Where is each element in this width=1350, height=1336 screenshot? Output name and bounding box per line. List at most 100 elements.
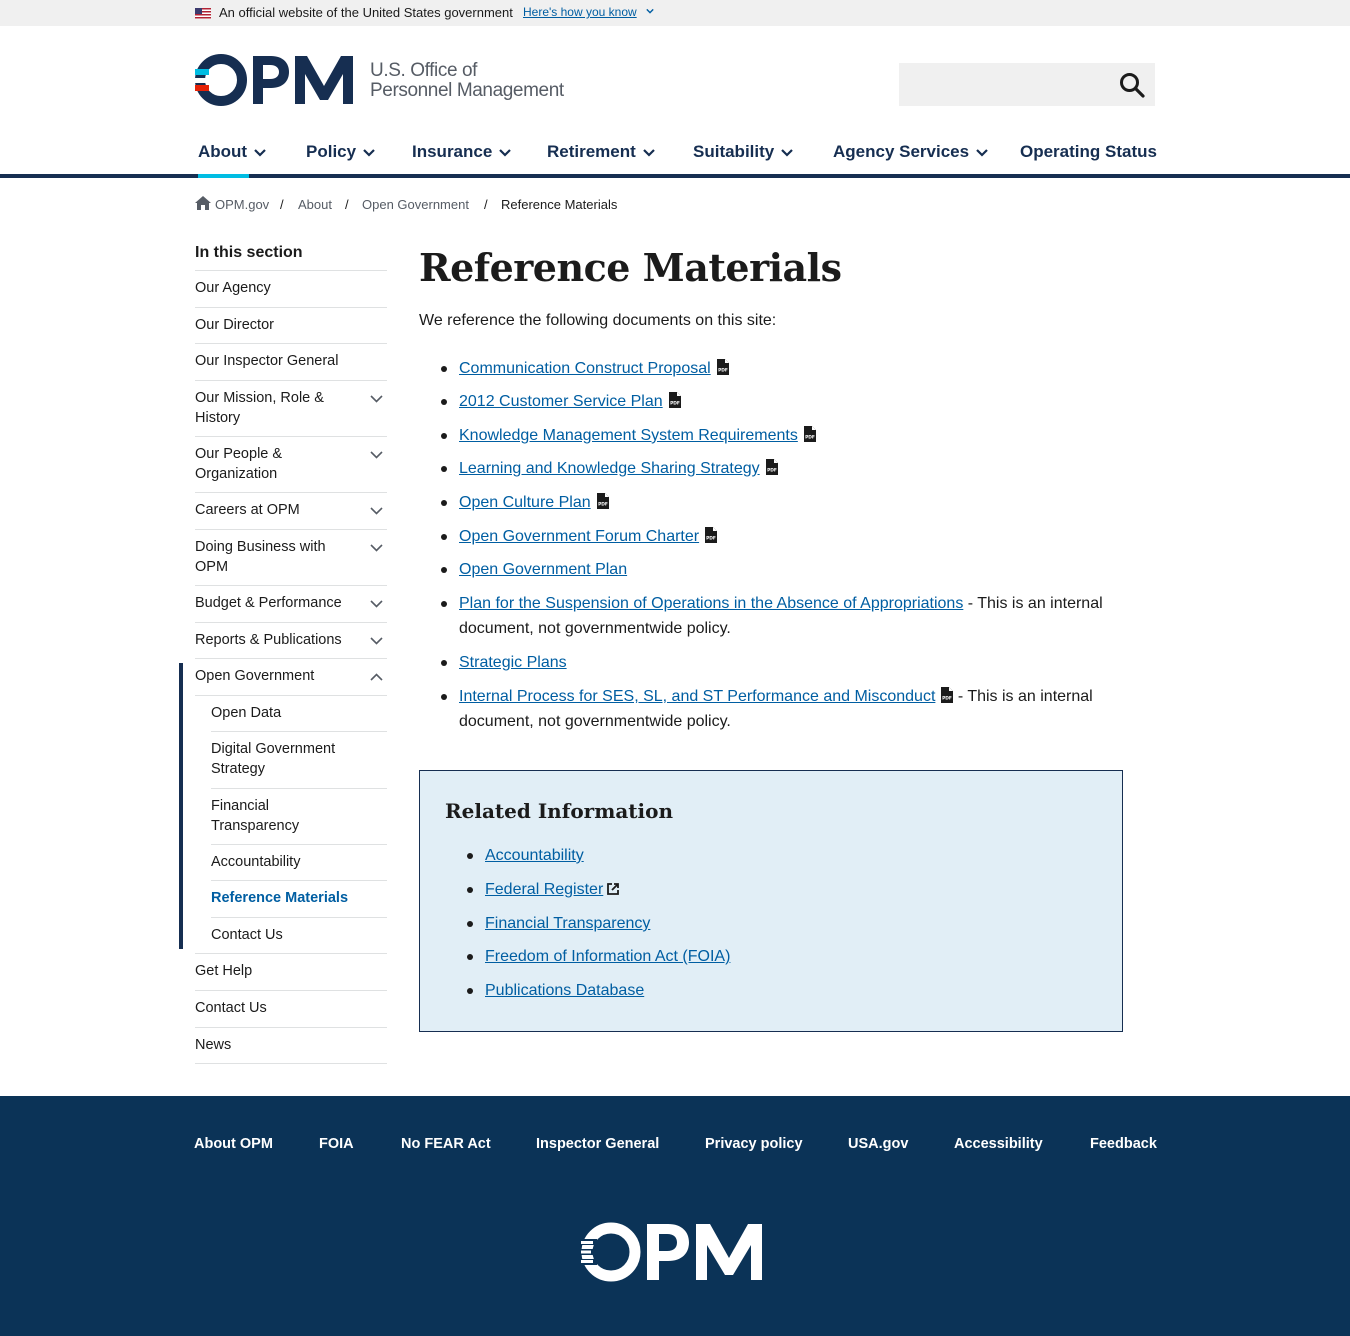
sidebar-item-our-agency[interactable]: Our Agency xyxy=(195,278,355,298)
intro-text: We reference the following documents on … xyxy=(419,312,777,329)
footer-link-usa-gov[interactable]: USA.gov xyxy=(848,1136,908,1152)
pdf-icon: PDF xyxy=(705,527,718,543)
sidebar-item-get-help[interactable]: Get Help xyxy=(195,961,355,981)
sidebar-divider xyxy=(195,380,387,381)
sidebar-item-our-director[interactable]: Our Director xyxy=(195,315,355,335)
doc-link[interactable]: Communication Construct Proposal xyxy=(459,360,711,377)
sidebar-item-contact-us[interactable]: Contact Us xyxy=(195,998,355,1018)
nav-retirement[interactable]: Retirement xyxy=(547,142,655,162)
sidebar-item-our-people[interactable]: Our People & Organization xyxy=(195,444,355,484)
search-icon[interactable] xyxy=(1119,72,1145,98)
doc-link[interactable]: Internal Process for SES, SL, and ST Per… xyxy=(459,688,935,705)
sidebar-item-open-government[interactable]: Open Government xyxy=(195,666,355,686)
breadcrumb-open-government[interactable]: Open Government xyxy=(362,197,469,212)
sidebar-item-budget[interactable]: Budget & Performance xyxy=(195,593,355,613)
related-link-publications-database[interactable]: Publications Database xyxy=(485,980,644,1002)
sidebar-subitem-reference-materials[interactable]: Reference Materials xyxy=(211,888,351,908)
nav-insurance[interactable]: Insurance xyxy=(412,142,512,162)
us-flag-icon xyxy=(195,8,211,19)
breadcrumb-current: Reference Materials xyxy=(501,197,618,212)
related-link-accountability[interactable]: Accountability xyxy=(485,845,584,867)
nav-about[interactable]: About xyxy=(198,142,266,162)
related-information-box: Related Information Accountability Feder… xyxy=(419,770,1123,1032)
chevron-down-icon xyxy=(781,148,794,157)
chevron-down-icon[interactable] xyxy=(370,600,383,608)
breadcrumb-separator: / xyxy=(345,197,349,212)
sidebar-divider xyxy=(211,731,387,732)
doc-link[interactable]: 2012 Customer Service Plan xyxy=(459,393,663,410)
pdf-icon: PDF xyxy=(941,687,954,703)
footer-link-accessibility[interactable]: Accessibility xyxy=(954,1136,1043,1152)
sidebar-divider xyxy=(195,529,387,530)
chevron-down-icon xyxy=(643,148,655,157)
chevron-down-icon[interactable] xyxy=(370,451,383,459)
sidebar-divider xyxy=(195,492,387,493)
nav-suitability[interactable]: Suitability xyxy=(693,142,794,162)
opm-logo[interactable] xyxy=(195,54,355,106)
svg-text:PDF: PDF xyxy=(942,696,952,702)
pdf-icon: PDF xyxy=(803,426,816,442)
doc-link[interactable]: Open Government Plan xyxy=(459,561,627,578)
doc-link[interactable]: Learning and Knowledge Sharing Strategy xyxy=(459,460,760,477)
sidebar-divider xyxy=(195,990,387,991)
chevron-down-icon[interactable] xyxy=(370,637,383,645)
sidebar-active-marker xyxy=(179,663,183,949)
pdf-icon: PDF xyxy=(596,493,609,509)
external-link-icon xyxy=(607,883,620,895)
sidebar-divider xyxy=(195,695,387,696)
sidebar-subitem-digital-government[interactable]: Digital Government Strategy xyxy=(211,739,351,779)
svg-text:PDF: PDF xyxy=(718,368,728,374)
sidebar-item-news[interactable]: News xyxy=(195,1035,355,1055)
chevron-up-icon[interactable] xyxy=(370,673,383,681)
nav-agency-services[interactable]: Agency Services xyxy=(833,142,988,162)
footer-link-foia[interactable]: FOIA xyxy=(319,1136,354,1152)
sidebar-subitem-contact-us[interactable]: Contact Us xyxy=(211,925,351,945)
related-link-federal-register[interactable]: Federal Register xyxy=(485,881,603,898)
svg-text:PDF: PDF xyxy=(598,502,608,508)
breadcrumb-separator: / xyxy=(280,197,284,212)
logo-text-line2: Personnel Management xyxy=(370,80,564,101)
footer-link-about-opm[interactable]: About OPM xyxy=(194,1136,273,1152)
sidebar-item-our-inspector-general[interactable]: Our Inspector General xyxy=(195,351,355,371)
footer-link-inspector-general[interactable]: Inspector General xyxy=(536,1136,659,1152)
sidebar-subitem-accountability[interactable]: Accountability xyxy=(211,852,351,872)
doc-link[interactable]: Open Government Forum Charter xyxy=(459,528,699,545)
sidebar-item-doing-business[interactable]: Doing Business with OPM xyxy=(195,537,355,577)
home-icon xyxy=(195,196,211,210)
chevron-down-icon[interactable] xyxy=(370,395,383,403)
chevron-down-icon[interactable] xyxy=(646,7,654,15)
breadcrumb-opm-gov[interactable]: OPM.gov xyxy=(215,197,269,212)
breadcrumb-separator: / xyxy=(484,197,488,212)
related-link-financial-transparency[interactable]: Financial Transparency xyxy=(485,913,650,935)
doc-link[interactable]: Strategic Plans xyxy=(459,654,567,671)
doc-link[interactable]: Knowledge Management System Requirements xyxy=(459,427,798,444)
related-link-foia[interactable]: Freedom of Information Act (FOIA) xyxy=(485,946,730,968)
breadcrumb-about[interactable]: About xyxy=(298,197,332,212)
nav-operating-status[interactable]: Operating Status xyxy=(1020,142,1157,162)
pdf-icon: PDF xyxy=(668,392,681,408)
svg-text:PDF: PDF xyxy=(706,536,716,542)
sidebar-item-our-mission[interactable]: Our Mission, Role & History xyxy=(195,388,355,428)
sidebar-item-reports[interactable]: Reports & Publications xyxy=(195,630,355,650)
sidebar-subitem-financial-transparency[interactable]: Financial Transparency xyxy=(211,796,351,836)
sidebar-divider xyxy=(195,307,387,308)
sidebar-divider xyxy=(195,622,387,623)
sidebar-item-careers[interactable]: Careers at OPM xyxy=(195,500,355,520)
official-text: An official website of the United States… xyxy=(219,5,513,20)
sidebar-subitem-open-data[interactable]: Open Data xyxy=(211,703,351,723)
chevron-down-icon[interactable] xyxy=(370,544,383,552)
page-title: Reference Materials xyxy=(419,245,842,290)
chevron-down-icon[interactable] xyxy=(370,507,383,515)
svg-text:PDF: PDF xyxy=(805,435,815,441)
footer-link-privacy-policy[interactable]: Privacy policy xyxy=(705,1136,803,1152)
chevron-down-icon xyxy=(499,148,512,157)
doc-link[interactable]: Plan for the Suspension of Operations in… xyxy=(459,595,963,612)
footer-link-no-fear-act[interactable]: No FEAR Act xyxy=(401,1136,491,1152)
svg-text:PDF: PDF xyxy=(767,468,777,474)
opm-footer-logo[interactable] xyxy=(581,1222,765,1282)
doc-link[interactable]: Open Culture Plan xyxy=(459,494,591,511)
search-input[interactable] xyxy=(899,63,1114,106)
footer-link-feedback[interactable]: Feedback xyxy=(1090,1136,1157,1152)
heres-how-you-know-link[interactable]: Here's how you know xyxy=(523,5,637,19)
nav-policy[interactable]: Policy xyxy=(306,142,375,162)
